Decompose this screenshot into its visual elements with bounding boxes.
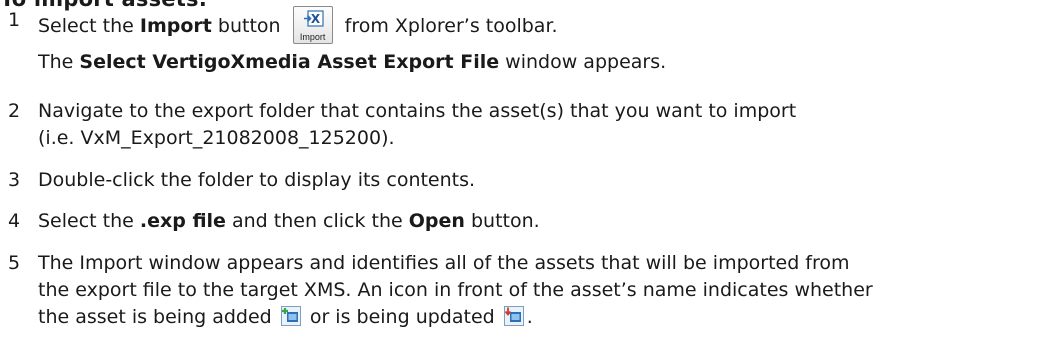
step-text: (i.e. VxM_Export_21082008_125200). [38,127,395,149]
open-label: Open [408,210,465,232]
asset-added-icon [280,306,301,326]
step-text: Select the .exp file and then click the … [38,210,540,232]
svg-text:X: X [310,12,320,26]
step-text: Select the Import button X Import from X… [38,6,558,44]
step-text: the export file to the target XMS. An ic… [38,279,873,301]
import-button-caption: Import [299,32,326,42]
step-text: The Select VertigoXmedia Asset Export Fi… [38,51,667,73]
import-toolbar-button[interactable]: X Import [292,6,333,44]
step-number: 5 [8,252,21,274]
import-arrow-x-icon: X [303,10,324,27]
step-number: 1 [8,9,21,31]
asset-updated-icon [503,306,524,326]
file-type-label: .exp file [139,210,226,232]
step-number: 2 [8,100,21,122]
step-text: Double-click the folder to display its c… [38,169,476,191]
window-name: Select VertigoXmedia Asset Export File [79,51,500,73]
step-text: Navigate to the export folder that conta… [38,100,797,122]
import-label: Import [139,15,212,37]
step-text: the asset is being added or is being upd… [38,306,533,328]
step-number: 3 [8,169,21,191]
step-number: 4 [8,210,21,232]
step-text: The Import window appears and identifies… [38,252,850,274]
